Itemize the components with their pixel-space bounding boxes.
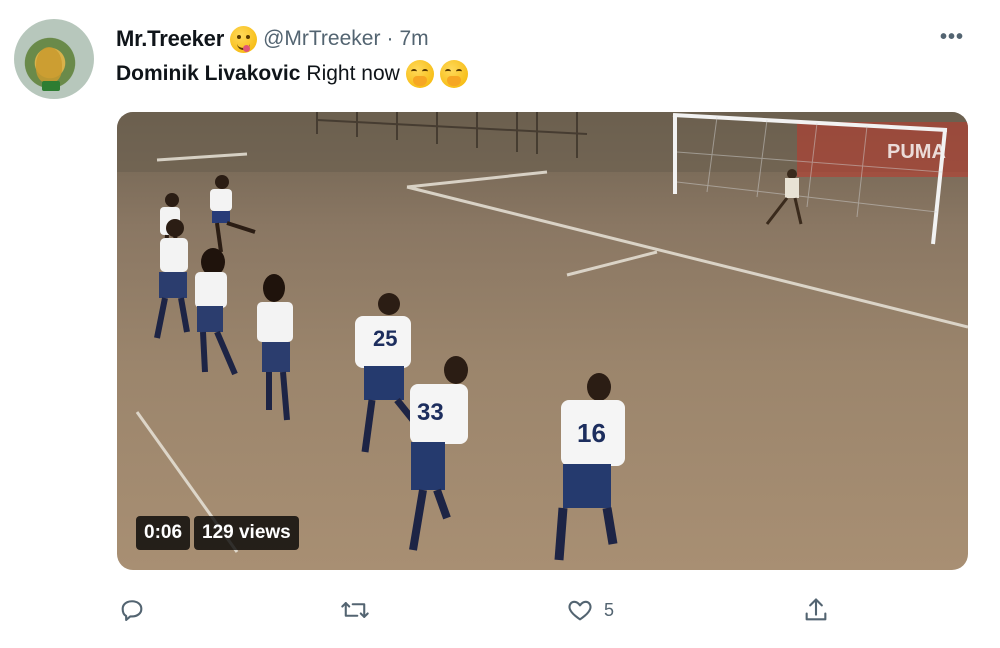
retweet-icon [341,602,369,618]
player-25: 25 [355,293,416,453]
player-standing [257,274,293,421]
player-standing [154,219,190,339]
face-with-hand-emoji-icon [439,60,468,88]
retweet-button[interactable] [340,594,370,626]
like-icon [568,600,592,621]
tweet-header: Mr.Treeker @MrTreeker · 7m [116,22,429,56]
tweet-text: Dominik Livakovic Right now [116,60,468,88]
share-button[interactable] [802,594,830,626]
more-options-icon[interactable]: ••• [940,26,964,49]
jersey-number-16: 16 [577,418,606,448]
reply-button[interactable] [118,594,146,626]
author-name[interactable]: Mr.Treeker [116,26,224,52]
player-standing [195,248,238,376]
author-avatar[interactable] [14,19,94,99]
reply-icon [121,600,143,621]
player-16: 16 [554,373,625,561]
like-button[interactable]: 5 [566,594,614,626]
jersey-number-25: 25 [373,326,397,351]
tweet-actions-bar: 5 [0,594,1000,626]
video-duration-badge: 0:06 [136,516,191,550]
banner-text: PUMA [887,141,946,163]
tweet-plain-text: Right now [306,62,400,85]
player-kicker [210,175,256,253]
jersey-number-33: 33 [417,399,444,426]
tweet-bold-text: Dominik Livakovic [116,62,301,85]
tweet-timestamp[interactable]: 7m [399,27,428,51]
player-33: 33 [409,356,468,551]
separator-dot: · [386,27,394,50]
face-with-hand-emoji-icon [405,60,434,88]
like-count: 5 [604,599,615,620]
author-handle[interactable]: @MrTreeker [263,27,380,51]
video-player[interactable]: PUMA 25 33 16 0:06 129 views [117,112,968,570]
video-views-badge: 129 views [194,516,299,550]
winking-tongue-emoji-icon [230,25,258,53]
video-frame: PUMA 25 33 16 [117,112,968,561]
trophy-base [42,81,60,91]
trophy-icon [36,47,62,83]
share-icon [805,598,827,621]
